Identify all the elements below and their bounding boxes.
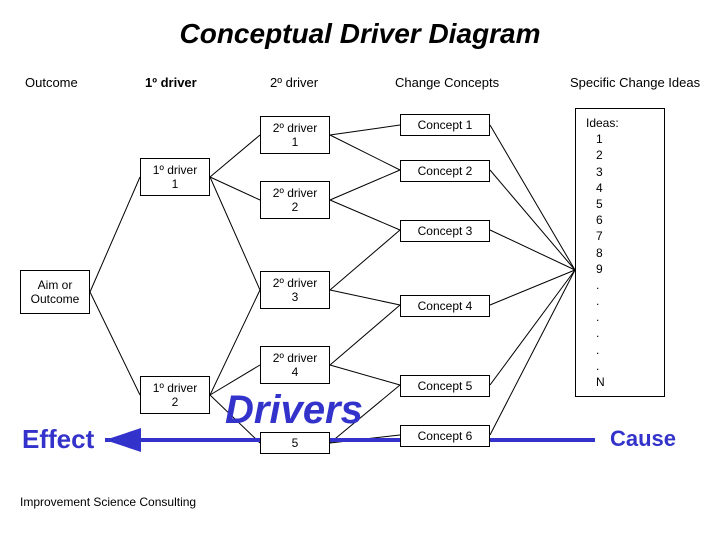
header-primary: 1º driver [145,75,197,90]
node-primary-2: 1º driver 2 [140,376,210,414]
ideas-line: 1 [596,131,654,147]
node-secondary-3: 2º driver 3 [260,271,330,309]
ideas-line: 2 [596,147,654,163]
footer-credit: Improvement Science Consulting [20,495,196,509]
node-secondary-2: 2º driver 2 [260,181,330,219]
ideas-line: 5 [596,196,654,212]
ideas-line: 7 [596,228,654,244]
node-concept-2: Concept 2 [400,160,490,182]
ideas-line: 6 [596,212,654,228]
node-secondary-1: 2º driver 1 [260,116,330,154]
diagram-title: Conceptual Driver Diagram [0,18,720,50]
node-concept-1: Concept 1 [400,114,490,136]
header-ideas: Specific Change Ideas [570,75,700,90]
ideas-line: . [596,293,654,309]
node-concept-6: Concept 6 [400,425,490,447]
ideas-line: . [596,325,654,341]
ideas-line: N [596,374,654,390]
node-aim: Aim or Outcome [20,270,90,314]
node-secondary-5: 5 [260,432,330,454]
node-concept-3: Concept 3 [400,220,490,242]
node-concept-4: Concept 4 [400,295,490,317]
overlay-effect: Effect [22,424,94,455]
overlay-cause: Cause [610,426,676,452]
ideas-line: . [596,342,654,358]
node-concept-5: Concept 5 [400,375,490,397]
ideas-box: Ideas: 1 2 3 4 5 6 7 8 9 . . . . . . N [575,108,665,397]
ideas-line: . [596,309,654,325]
header-secondary: 2º driver [270,75,318,90]
ideas-line: 9 [596,261,654,277]
node-secondary-4: 2º driver 4 [260,346,330,384]
ideas-line: . [596,358,654,374]
ideas-line: 3 [596,164,654,180]
header-outcome: Outcome [25,75,78,90]
ideas-line: 4 [596,180,654,196]
header-concepts: Change Concepts [395,75,499,90]
ideas-line: 8 [596,245,654,261]
node-primary-1: 1º driver 1 [140,158,210,196]
ideas-line: . [596,277,654,293]
overlay-drivers: Drivers [225,388,363,433]
ideas-header: Ideas: [586,115,654,131]
